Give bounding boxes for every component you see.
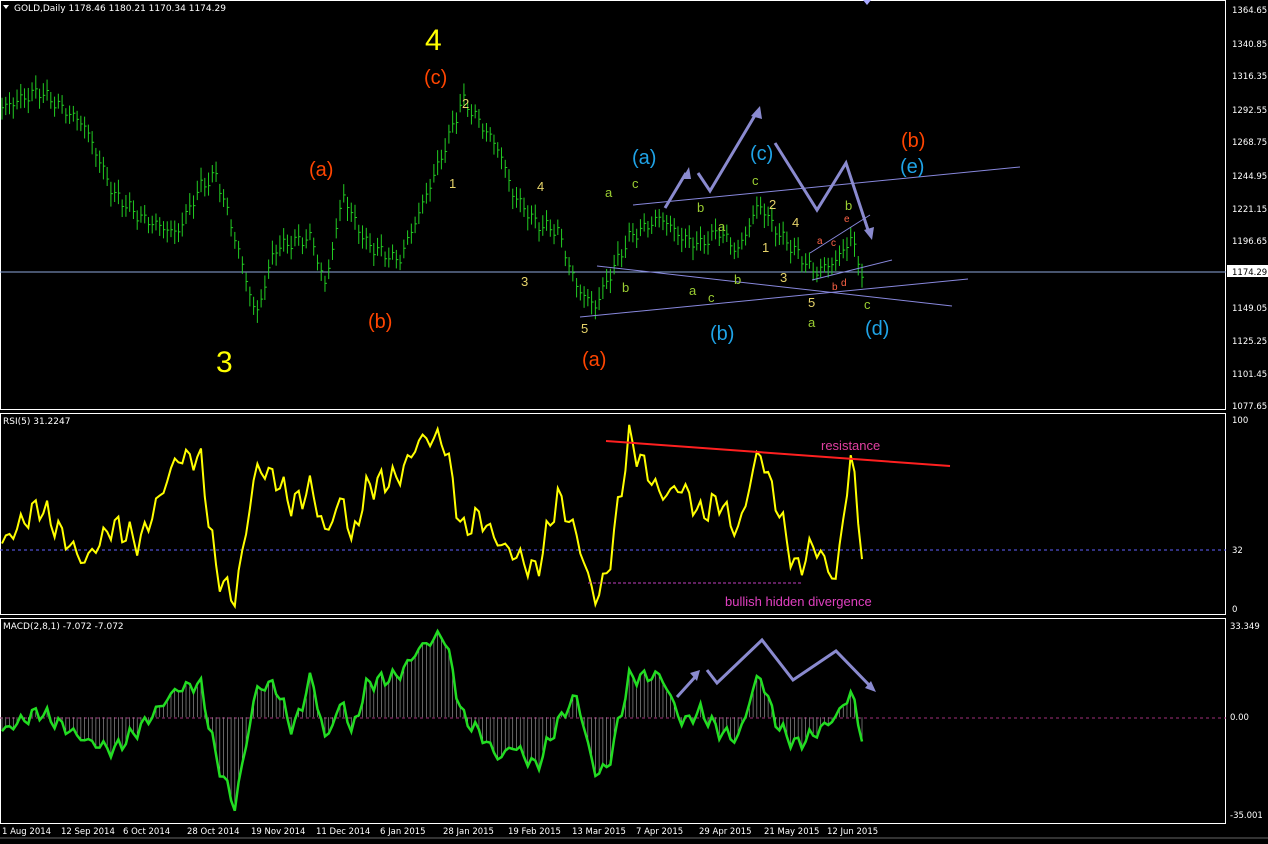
wave-label: 1 (449, 176, 456, 191)
divergence-label: bullish hidden divergence (725, 594, 872, 609)
wave-label: c (708, 290, 715, 305)
wave-label: 4 (792, 215, 799, 230)
wave-label: 3 (780, 270, 787, 285)
wave-label: 3 (216, 346, 233, 379)
rsi-tick: 0 (1232, 605, 1237, 615)
wave-label: (c) (424, 67, 447, 89)
price-tick: 1196.65 (1232, 237, 1267, 247)
wave-label: (b) (368, 311, 392, 333)
price-tick: 1244.95 (1232, 172, 1267, 182)
time-tick: 11 Dec 2014 (316, 827, 370, 837)
wave-label: b (845, 198, 852, 213)
macd-line (1, 628, 864, 812)
time-tick: 6 Jan 2015 (380, 827, 426, 837)
price-tick: 1077.65 (1232, 402, 1267, 412)
macd-tick: 0.00 (1230, 713, 1249, 723)
price-tick: 1101.45 (1232, 370, 1267, 380)
rsi-header: RSI(5) 31.2247 (3, 417, 70, 427)
wave-label: c (632, 176, 639, 191)
wave-label: 5 (581, 321, 588, 336)
shift-marker-icon[interactable] (863, 0, 871, 5)
rsi-line (1, 424, 863, 610)
price-tick: 1364.65 (1232, 6, 1267, 16)
wave-label: 1 (762, 240, 769, 255)
wave-label: (a) (309, 159, 333, 181)
wave-label: b (697, 200, 704, 215)
price-tick: 1149.05 (1232, 304, 1267, 314)
wave-label: b (832, 282, 838, 293)
price-tick: 1292.55 (1232, 106, 1267, 116)
time-tick: 19 Nov 2014 (251, 827, 305, 837)
rsi-axis: 100 32 0 (1232, 416, 1248, 615)
time-tick: 12 Jun 2015 (827, 827, 878, 837)
wave-label: c (831, 238, 836, 249)
wave-label: a (817, 236, 823, 247)
macd-axis: 33.349 0.00 -35.001 (1230, 622, 1263, 821)
wave-labels: 4 (c) 2 1 (a) (b) 3 4 3 5 (a) (a) (c) (b… (216, 24, 925, 379)
wave-label: a (689, 283, 697, 298)
price-axis: 1364.65 1340.85 1316.35 1292.55 1268.75 … (1232, 6, 1267, 412)
wave-label: a (605, 185, 613, 200)
time-tick: 1 Aug 2014 (2, 827, 51, 837)
wave-label: 2 (769, 197, 776, 212)
time-tick: 21 May 2015 (764, 827, 819, 837)
rsi-tick: 32 (1232, 546, 1243, 556)
time-tick: 19 Feb 2015 (508, 827, 561, 837)
wave-label: (b) (901, 130, 925, 152)
wave-label: (a) (582, 349, 606, 371)
dropdown-triangle-icon[interactable] (3, 5, 9, 9)
time-tick: 12 Sep 2014 (61, 827, 115, 837)
gold-chart: GOLD,Daily 1178.46 1180.21 1170.34 1174.… (0, 0, 1268, 839)
current-price-label: 1174.29 (1232, 268, 1267, 278)
wave-label: c (752, 173, 759, 188)
macd-tick: -35.001 (1230, 811, 1263, 821)
price-tick: 1221.15 (1232, 205, 1267, 215)
price-tick: 1316.35 (1232, 72, 1267, 82)
wave-label: a (718, 219, 726, 234)
wave-label: (d) (865, 318, 889, 340)
triangle-trendlines (579, 166, 1021, 318)
wave-label: c (864, 297, 871, 312)
panel-frames (0, 0, 1226, 824)
price-tick: 1340.85 (1232, 40, 1267, 50)
wave-label: (b) (710, 323, 734, 345)
time-tick: 28 Jan 2015 (443, 827, 494, 837)
time-axis: 1 Aug 2014 12 Sep 2014 6 Oct 2014 28 Oct… (2, 827, 878, 837)
time-tick: 28 Oct 2014 (187, 827, 240, 837)
price-tick: 1268.75 (1232, 138, 1267, 148)
macd-tick: 33.349 (1230, 622, 1260, 632)
price-tick: 1125.25 (1232, 337, 1267, 347)
time-tick: 29 Apr 2015 (699, 827, 752, 837)
wave-label: d (841, 278, 847, 289)
resistance-label: resistance (821, 438, 880, 453)
wave-label: 4 (537, 179, 544, 194)
wave-label: 5 (808, 295, 815, 310)
time-tick: 6 Oct 2014 (123, 827, 170, 837)
rsi-tick: 100 (1232, 416, 1248, 426)
wave-label: 3 (521, 274, 528, 289)
wave-label: b (622, 280, 629, 295)
time-tick: 13 Mar 2015 (572, 827, 626, 837)
wave-label: a (808, 315, 816, 330)
resistance-line (605, 440, 951, 467)
wave-label: 2 (462, 96, 469, 111)
wave-label: 4 (425, 24, 442, 57)
wave-label: (a) (632, 147, 656, 169)
wave-label: (c) (750, 143, 773, 165)
time-tick: 7 Apr 2015 (636, 827, 683, 837)
wave-label: b (734, 272, 741, 287)
macd-histogram (1, 631, 863, 811)
price-header: GOLD,Daily 1178.46 1180.21 1170.34 1174.… (14, 4, 226, 14)
macd-header: MACD(2,8,1) -7.072 -7.072 (3, 622, 124, 632)
wave-label: (e) (900, 156, 924, 178)
wave-label: e (844, 214, 850, 225)
